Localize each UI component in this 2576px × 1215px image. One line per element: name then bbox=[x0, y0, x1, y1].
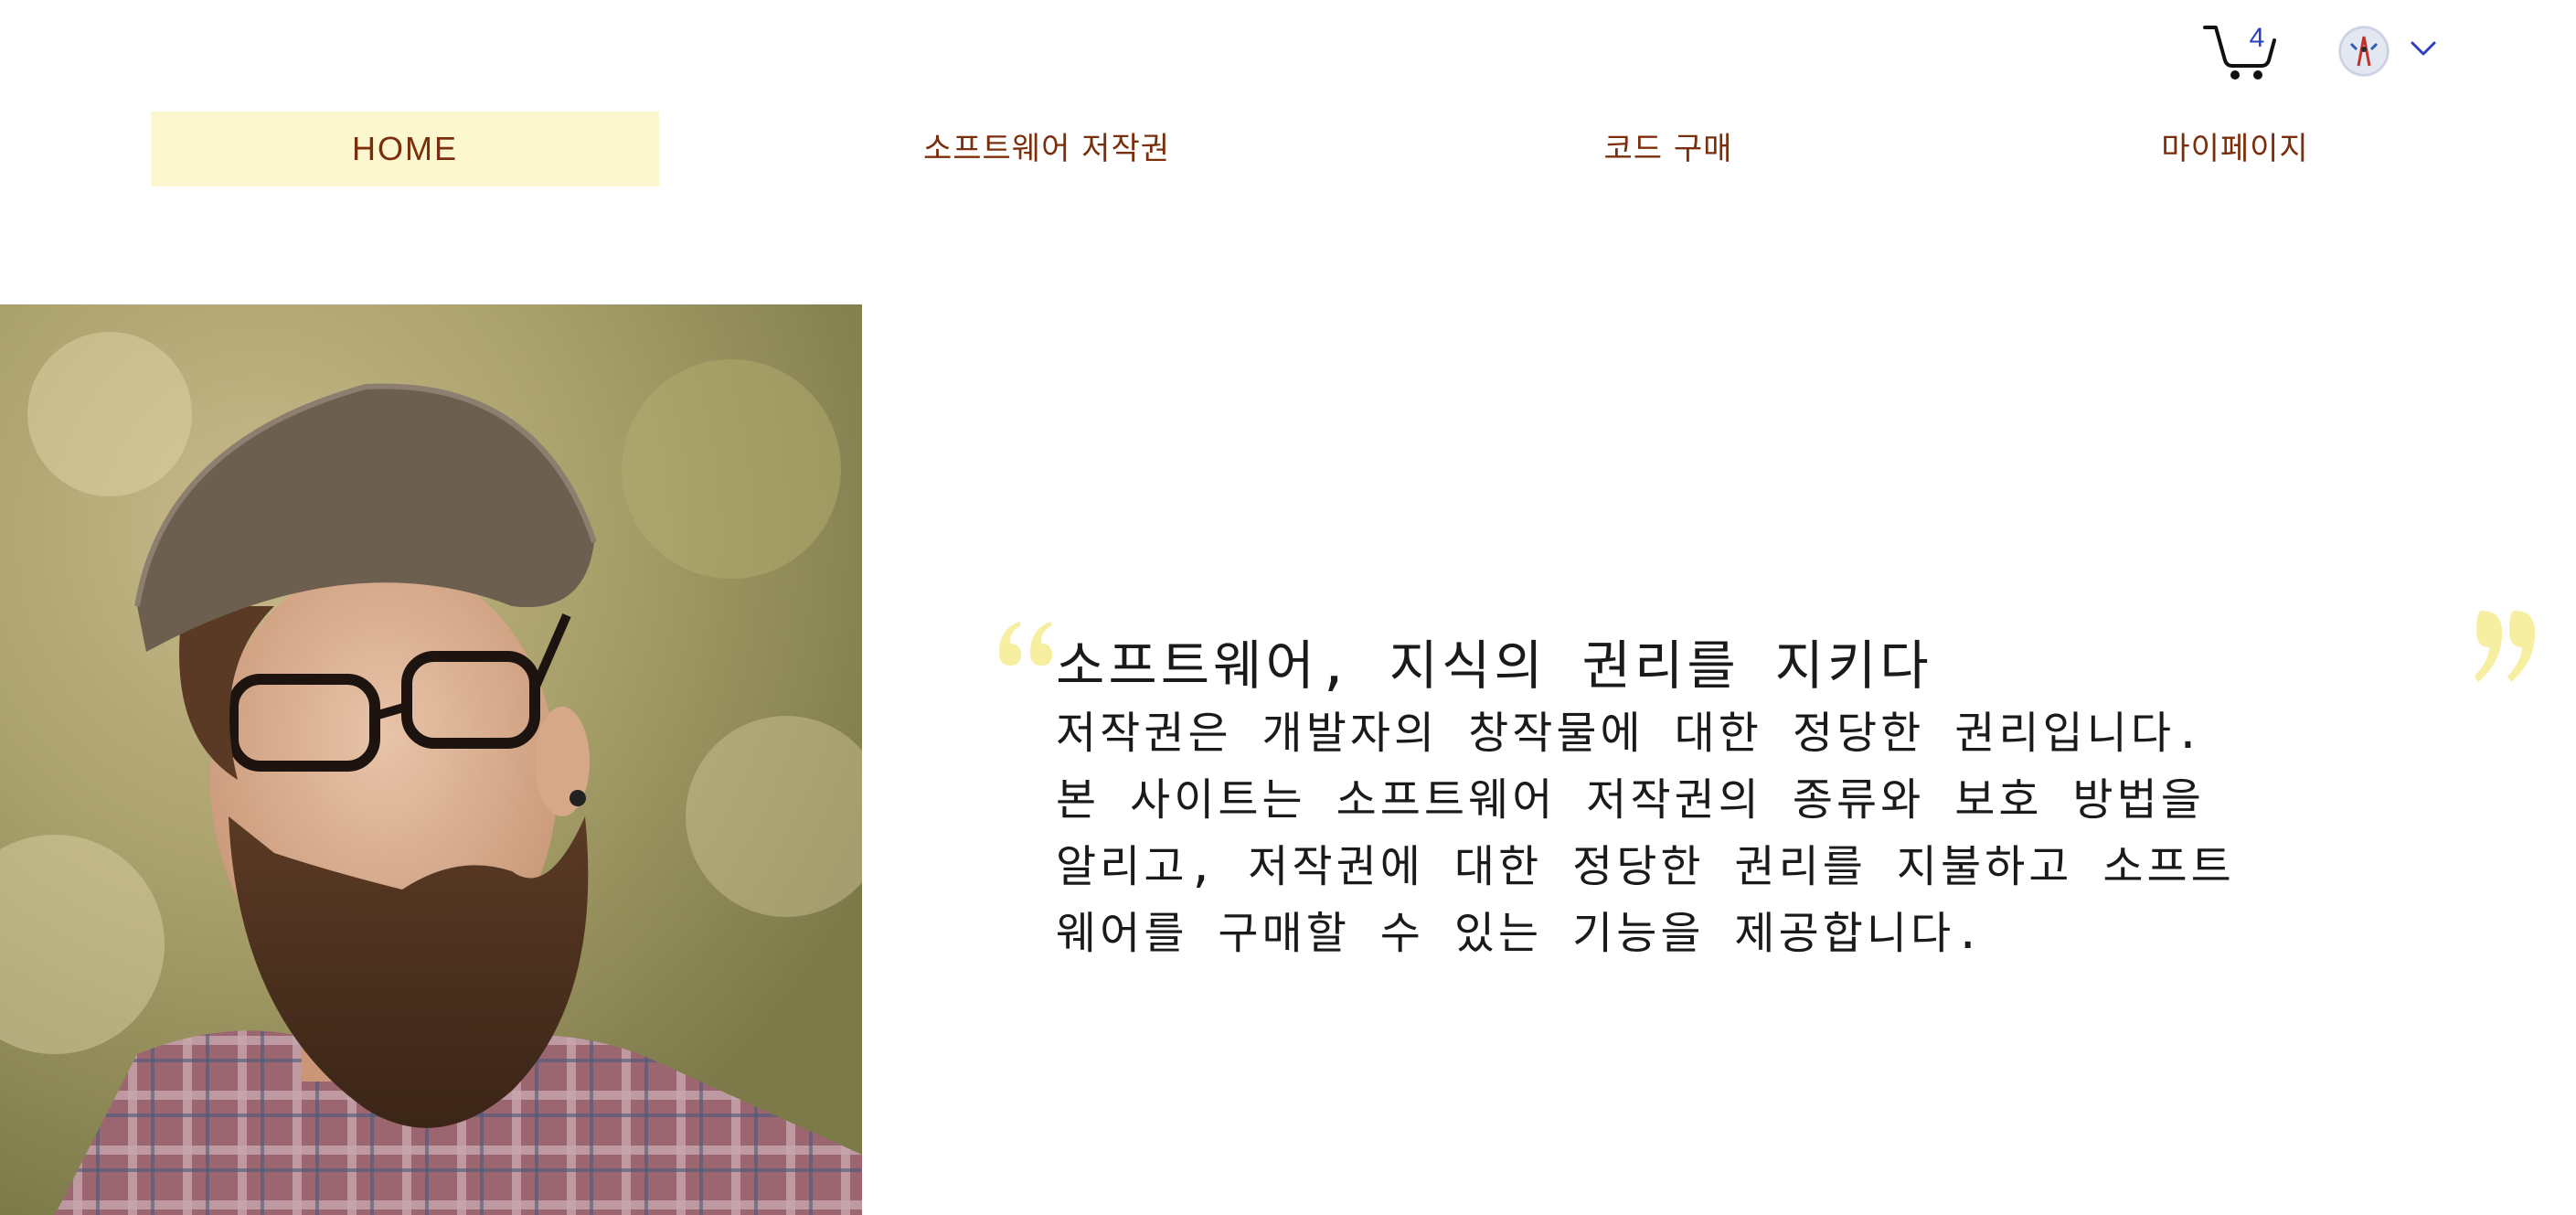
nav-item-mypage[interactable]: 마이페이지 bbox=[2070, 112, 2400, 187]
close-quote-icon bbox=[2475, 611, 2536, 682]
nav-item-code-purchase[interactable]: 코드 구매 bbox=[1522, 112, 1815, 187]
page: 4 HOME 소프트웨어 저작권 코드 구매 마이페이지 소프트웨어, 지식의 … bbox=[0, 0, 2576, 1215]
main-nav: HOME 소프트웨어 저작권 코드 구매 마이페이지 bbox=[151, 112, 2436, 187]
quote-line: 저작권은 개발자의 창작물에 대한 정당한 권리입니다. bbox=[1056, 708, 2205, 759]
quote-line: 알리고, 저작권에 대한 정당한 권리를 지불하고 소프트 bbox=[1056, 841, 2235, 892]
hero-photo bbox=[0, 304, 862, 1215]
account-menu[interactable] bbox=[2338, 24, 2448, 79]
hero-quote: 소프트웨어, 지식의 권리를 지키다 저작권은 개발자의 창작물에 대한 정당한… bbox=[1056, 631, 2372, 967]
avatar[interactable] bbox=[2338, 26, 2390, 77]
quote-body: 저작권은 개발자의 창작물에 대한 정당한 권리입니다. 본 사이트는 소프트웨… bbox=[1056, 700, 2372, 967]
cart-count-badge: 4 bbox=[2249, 23, 2265, 53]
cart-button[interactable]: 4 bbox=[2203, 18, 2276, 80]
quote-line: 본 사이트는 소프트웨어 저작권의 종류와 보호 방법을 bbox=[1056, 774, 2205, 826]
quote-title: 소프트웨어, 지식의 권리를 지키다 bbox=[1056, 634, 1932, 697]
open-quote-icon bbox=[999, 622, 1052, 666]
chevron-down-icon[interactable] bbox=[2410, 38, 2437, 59]
nav-item-home[interactable]: HOME bbox=[151, 112, 659, 187]
quote-line: 웨어를 구매할 수 있는 기능을 제공합니다. bbox=[1056, 908, 1985, 959]
nav-item-software-copyright[interactable]: 소프트웨어 저작권 bbox=[864, 112, 1229, 187]
